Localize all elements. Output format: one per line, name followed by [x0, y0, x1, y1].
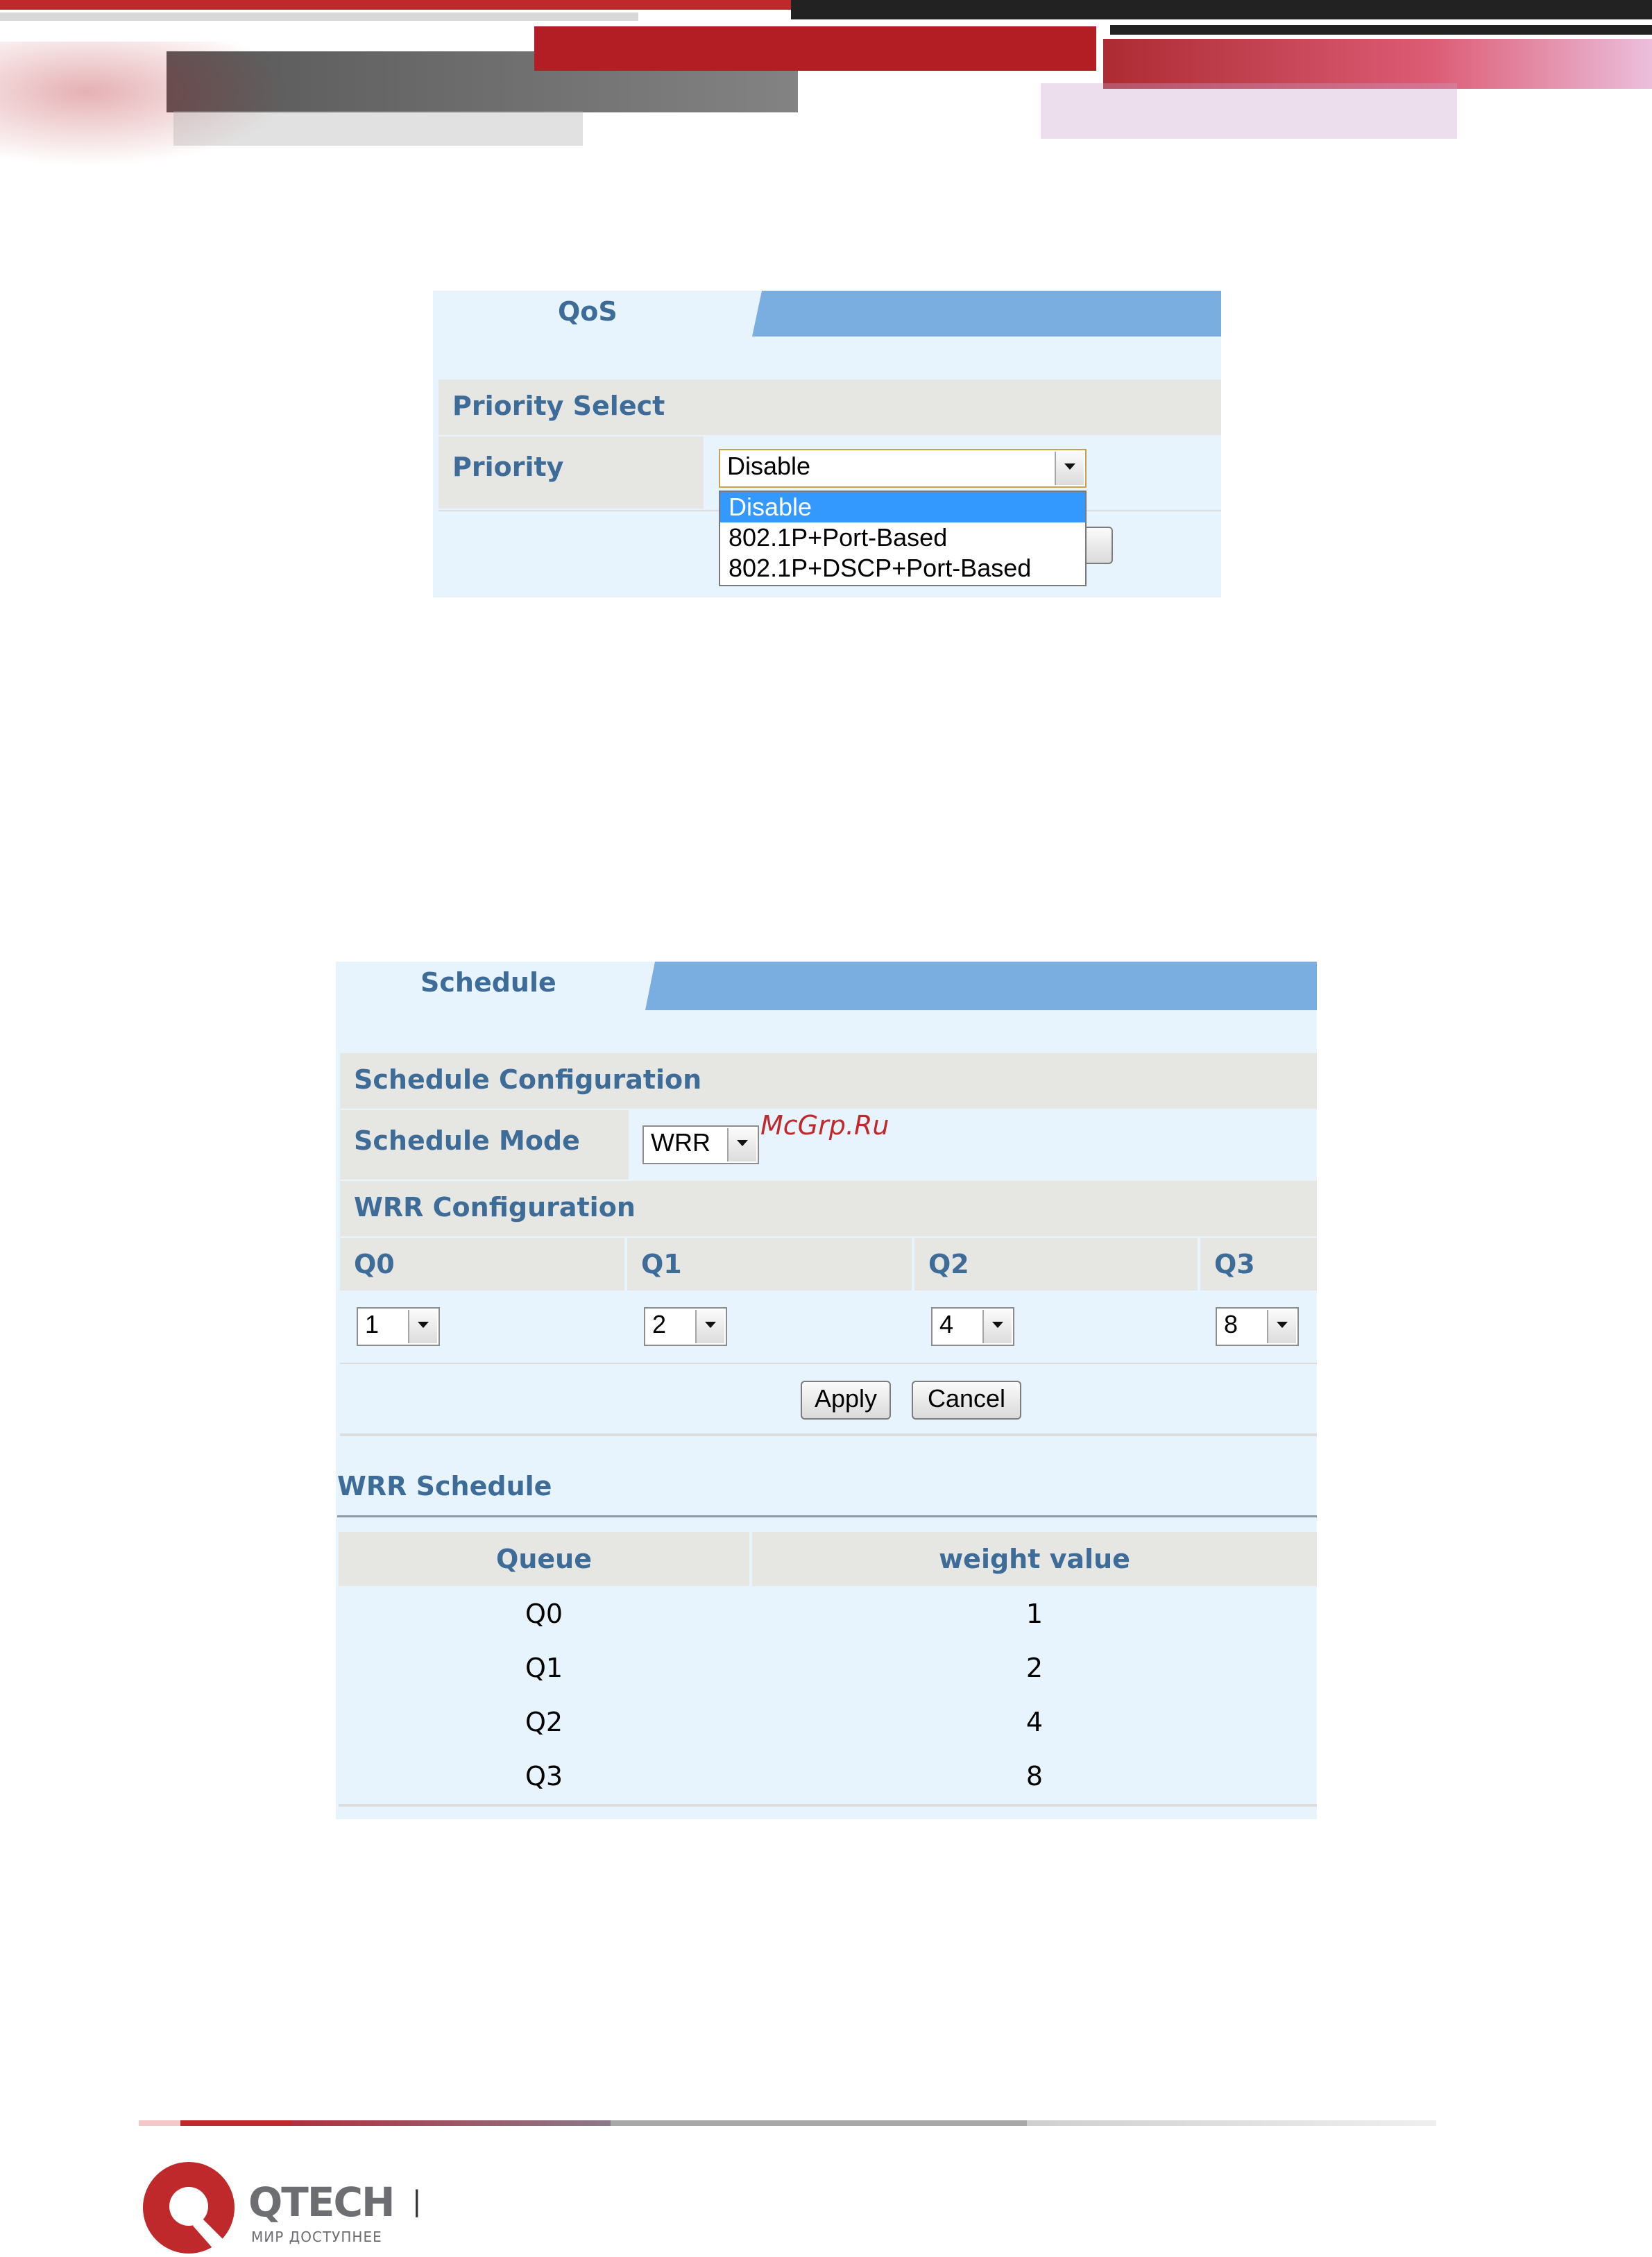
queue-header-q0-label: Q0 [354, 1249, 395, 1279]
schedule-panel: Schedule Schedule Configuration Schedule… [336, 962, 1317, 1819]
table-row-q1-queue: Q1 [339, 1642, 749, 1694]
schedule-config-header: Schedule Configuration [340, 1053, 1317, 1109]
footer-brand: QTECH [248, 2179, 395, 2226]
footer-line-fade [1027, 2120, 1436, 2126]
wrr-config-header: WRR Configuration [340, 1181, 1317, 1236]
queue-header-q1: Q1 [627, 1238, 912, 1291]
chevron-down-icon[interactable] [1267, 1310, 1296, 1343]
footer-line-grey [611, 2120, 1027, 2126]
page-header-banner [0, 0, 1652, 264]
cancel-button[interactable]: Cancel [912, 1381, 1021, 1420]
schedule-mode-select[interactable]: WRR [642, 1125, 759, 1164]
queue-header-q2-label: Q2 [928, 1249, 969, 1279]
table-row-q2-weight: 4 [752, 1696, 1317, 1748]
table-header-queue: Queue [339, 1532, 749, 1586]
chevron-down-icon[interactable] [1055, 452, 1084, 485]
apply-button[interactable]: Apply [801, 1381, 891, 1420]
q1-weight-select[interactable]: 2 [644, 1307, 727, 1346]
table-bottom-border [339, 1804, 1317, 1807]
footer-tagline: МИР ДОСТУПНЕЕ [251, 2229, 382, 2245]
q2-weight-select[interactable]: 4 [931, 1307, 1014, 1346]
priority-option-1[interactable]: 802.1P+Port-Based [720, 522, 1085, 553]
table-row-q0-queue: Q0 [339, 1587, 749, 1640]
schedule-mode-value: WRR [651, 1128, 710, 1157]
footer-line-gradient [291, 2120, 611, 2126]
queue-header-q3: Q3 [1200, 1238, 1317, 1291]
priority-select-header: Priority Select [438, 380, 1221, 435]
table-row-q3-queue: Q3 [339, 1750, 749, 1803]
tab-qos-label: QoS [558, 296, 618, 327]
schedule-mode-label-cell: Schedule Mode [340, 1110, 629, 1179]
footer-separator: | [412, 2186, 422, 2217]
queue-header-q3-label: Q3 [1214, 1249, 1255, 1279]
priority-option-0[interactable]: Disable [720, 492, 1085, 522]
tab-schedule-label: Schedule [420, 967, 556, 998]
q0-weight-select[interactable]: 1 [357, 1307, 440, 1346]
chevron-down-icon[interactable] [727, 1128, 756, 1161]
chevron-down-icon[interactable] [695, 1310, 724, 1343]
table-row-q2-queue: Q2 [339, 1696, 749, 1748]
priority-label: Priority [452, 452, 564, 482]
priority-select[interactable]: Disable [719, 449, 1087, 488]
wrr-schedule-title: WRR Schedule [337, 1471, 552, 1501]
q0-weight-value: 1 [365, 1310, 380, 1338]
q1-weight-value: 2 [652, 1310, 667, 1338]
table-header-weight: weight value [752, 1532, 1317, 1586]
chevron-down-icon[interactable] [408, 1310, 437, 1343]
chevron-down-icon[interactable] [982, 1310, 1012, 1343]
priority-select-title: Priority Select [452, 391, 665, 421]
tab-schedule[interactable]: Schedule [336, 962, 655, 1010]
schedule-config-title: Schedule Configuration [354, 1064, 702, 1095]
tab-qos[interactable]: QoS [433, 291, 762, 337]
q3-weight-value: 8 [1224, 1310, 1238, 1338]
queue-header-q0: Q0 [340, 1238, 624, 1291]
priority-option-2[interactable]: 802.1P+DSCP+Port-Based [720, 553, 1085, 584]
wrr-schedule-divider [337, 1515, 1317, 1517]
qos-panel: QoS Priority Select Priority Disable Dis… [433, 291, 1221, 597]
schedule-mode-label: Schedule Mode [354, 1125, 580, 1156]
queue-header-q2: Q2 [914, 1238, 1198, 1291]
qtech-logo-icon [142, 2159, 239, 2257]
table-row-q0-weight: 1 [752, 1587, 1317, 1640]
priority-dropdown-list[interactable]: Disable 802.1P+Port-Based 802.1P+DSCP+Po… [719, 491, 1087, 586]
queue-header-q1-label: Q1 [641, 1249, 682, 1279]
footer-line-red [180, 2120, 291, 2126]
watermark-text: McGrp.Ru [760, 1110, 889, 1141]
priority-select-value: Disable [727, 452, 811, 480]
q3-weight-select[interactable]: 8 [1216, 1307, 1299, 1346]
footer-line-light [139, 2120, 180, 2126]
table-row-q3-weight: 8 [752, 1750, 1317, 1803]
table-row-q1-weight: 2 [752, 1642, 1317, 1694]
priority-label-cell: Priority [438, 436, 704, 509]
q2-weight-value: 4 [939, 1310, 954, 1338]
wrr-config-title: WRR Configuration [354, 1192, 636, 1223]
